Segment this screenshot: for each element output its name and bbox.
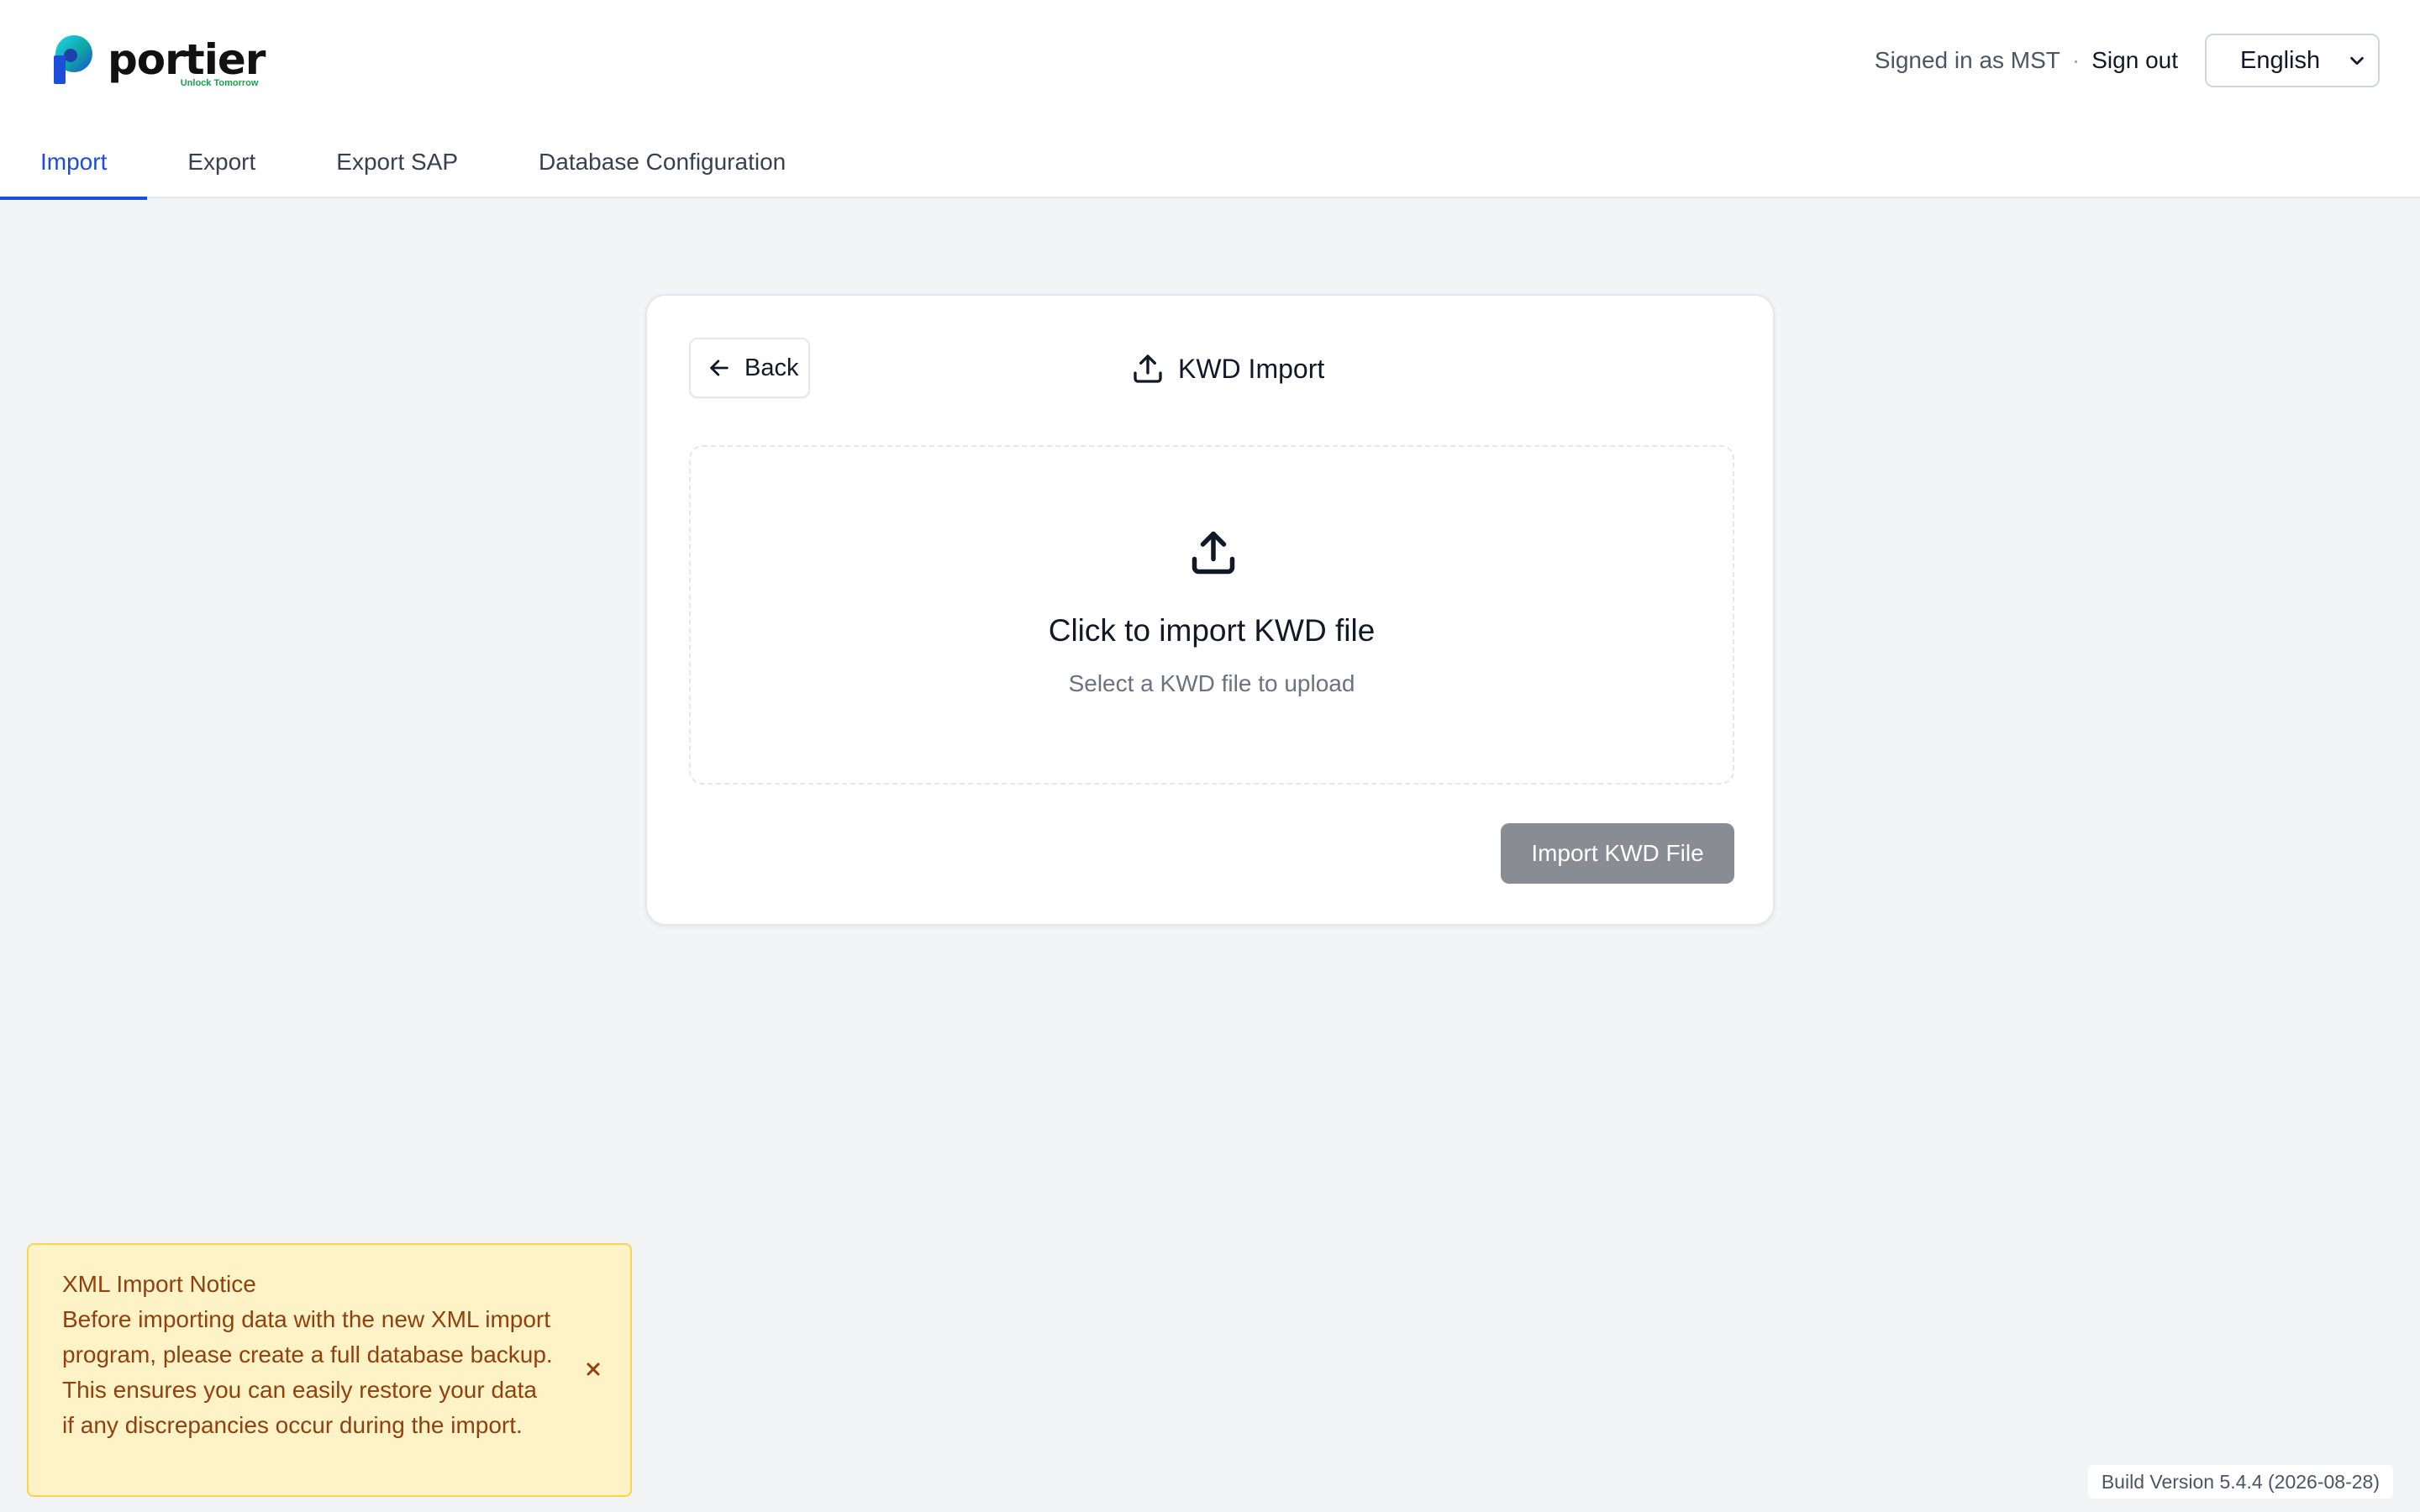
dropzone-subtitle: Select a KWD file to upload <box>1068 670 1355 696</box>
close-icon[interactable] <box>583 1359 603 1379</box>
back-button-label: Back <box>744 354 799 381</box>
tab-export[interactable]: Export <box>147 126 296 198</box>
tab-label: Export <box>187 149 256 175</box>
notice-title: XML Import Notice <box>62 1271 256 1297</box>
upload-icon <box>1134 354 1162 383</box>
tab-import[interactable]: Import <box>0 126 148 200</box>
tab-label: Database Configuration <box>539 149 786 175</box>
notice-body: Before importing data with the new XML i… <box>62 1306 553 1438</box>
portier-logo[interactable]: portier Unlock Tomorrow <box>50 30 266 89</box>
file-dropzone[interactable]: Click to import KWD file Select a KWD fi… <box>689 445 1734 785</box>
tab-database-configuration[interactable]: Database Configuration <box>498 126 826 198</box>
build-version: Build Version 5.4.4 (2026-08-28) <box>2087 1465 2393 1499</box>
sign-out-link[interactable]: Sign out <box>2091 47 2178 74</box>
import-kwd-file-button[interactable]: Import KWD File <box>1501 823 1734 884</box>
arrow-left-icon <box>710 360 729 376</box>
tab-export-sap[interactable]: Export SAP <box>296 126 498 198</box>
language-select[interactable]: English <box>2205 34 2380 87</box>
top-navigation: portier Unlock Tomorrow Signed in as MST… <box>0 0 2420 200</box>
back-button[interactable]: Back <box>689 338 810 398</box>
dropzone-title: Click to import KWD file <box>1048 613 1376 648</box>
xml-import-notice: XML Import Notice Before importing data … <box>27 1243 632 1497</box>
logo-tagline: Unlock Tomorrow <box>180 78 259 88</box>
card-title: KWD Import <box>1131 348 1324 390</box>
separator: · <box>2071 47 2081 73</box>
tab-label: Import <box>40 149 108 175</box>
upload-icon <box>1192 531 1235 575</box>
card-title-text: KWD Import <box>1178 353 1325 384</box>
tab-label: Export SAP <box>336 149 459 175</box>
main-tabs: Import Export Export SAP Database Config… <box>0 126 826 200</box>
kwd-import-card: Back KWD Import Click to import KWD file… <box>645 294 1775 926</box>
logo-wordmark: portier Unlock Tomorrow <box>108 35 266 88</box>
signed-in-text: Signed in as MST <box>1874 47 2060 73</box>
user-area: Signed in as MST · Sign out English <box>1875 34 2380 87</box>
logo-text: portier <box>108 35 266 84</box>
language-selected-value: English <box>2240 46 2321 74</box>
chevron-down-icon <box>2350 56 2364 66</box>
portier-logo-icon <box>54 35 92 84</box>
